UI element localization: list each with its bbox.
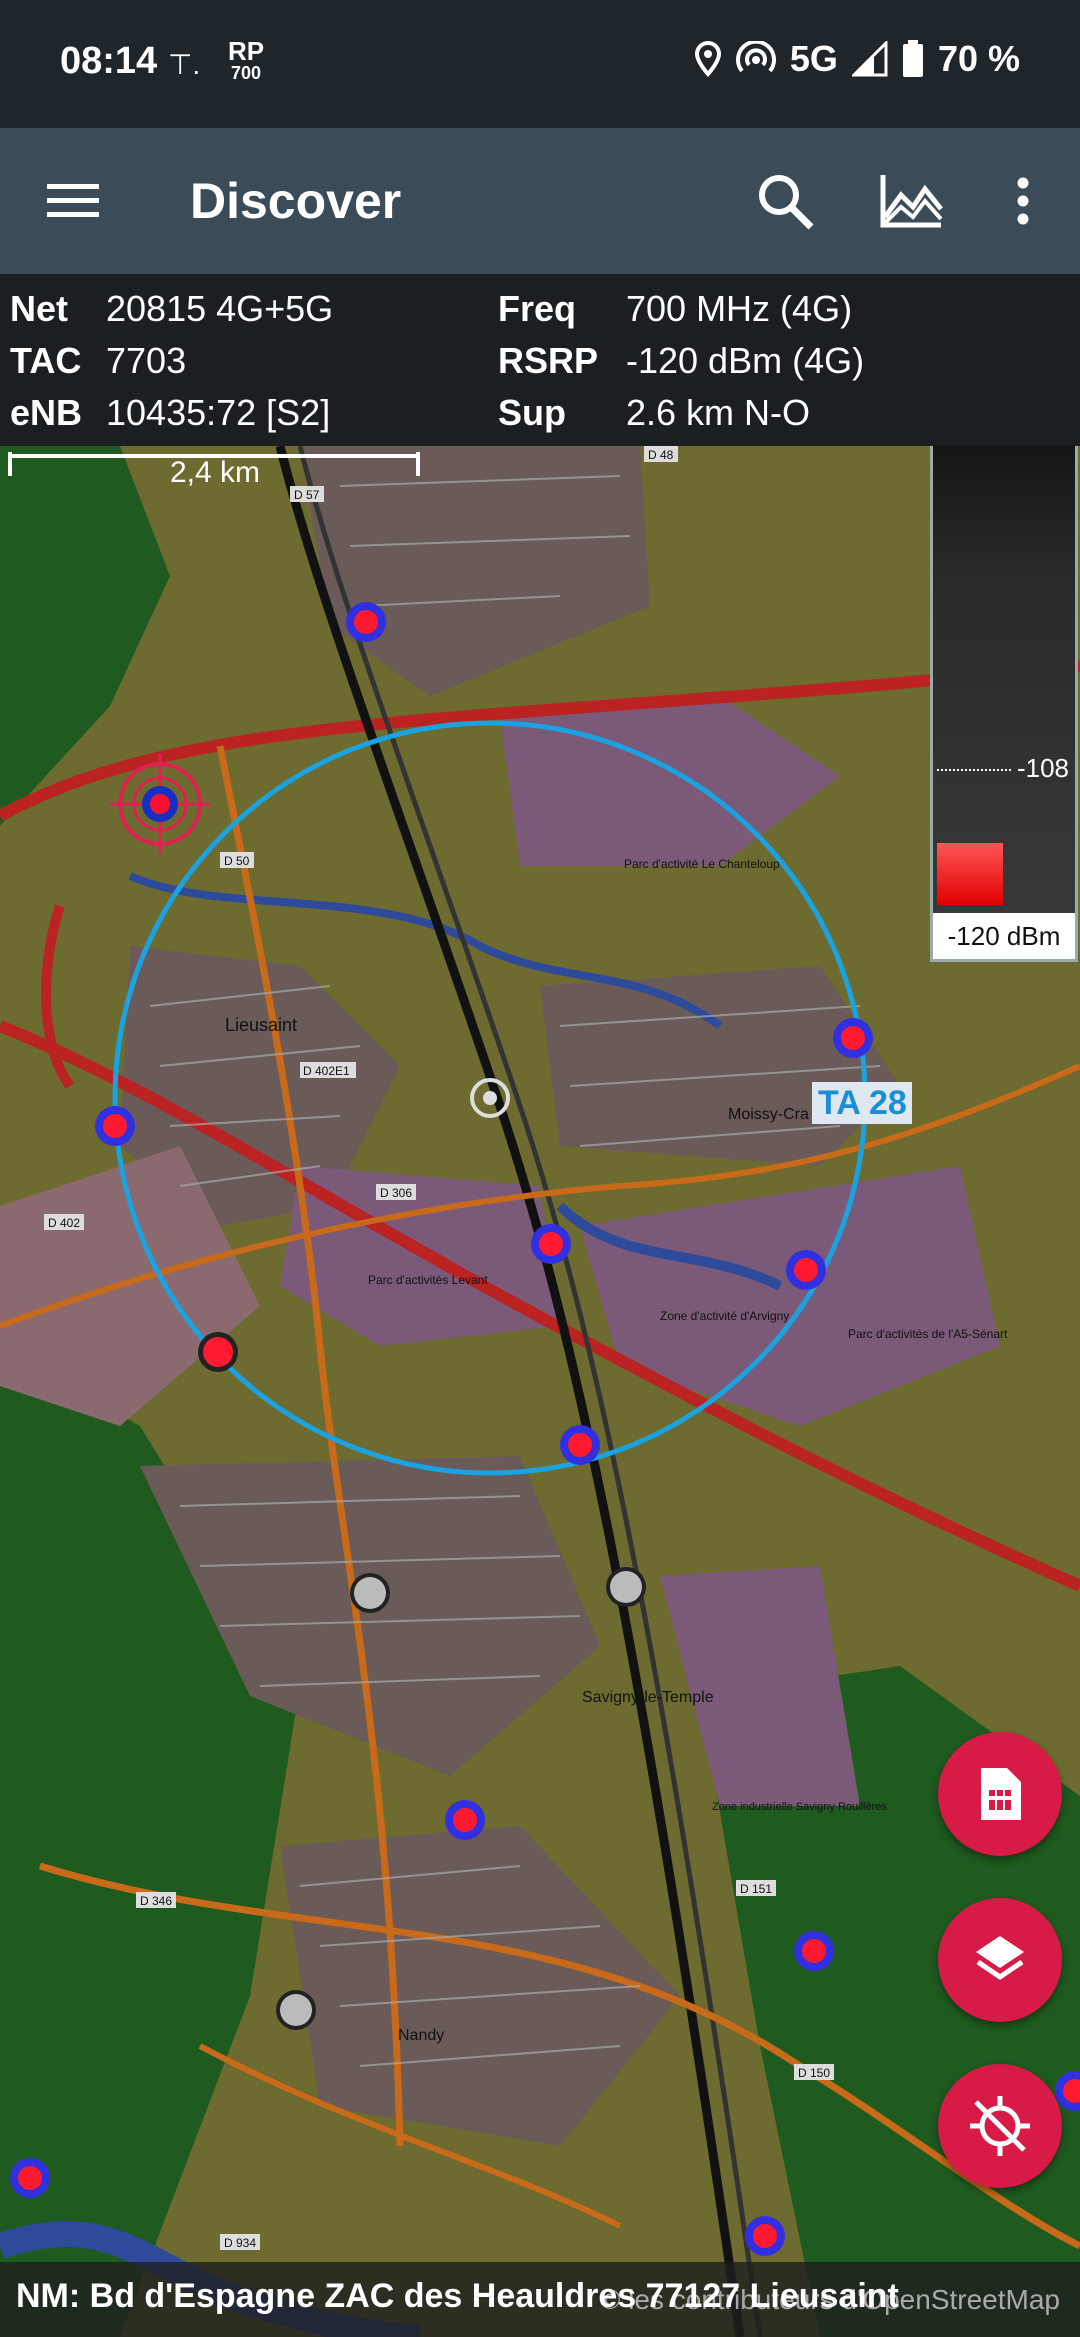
sim-card-icon xyxy=(981,1768,1021,1820)
hotspot-icon xyxy=(735,41,776,73)
status-icons: 5G 70 % xyxy=(694,38,1020,80)
cell-signal-icon xyxy=(851,41,888,77)
signal-alert-icon: ⊤. xyxy=(168,49,201,80)
cell-site-marker xyxy=(276,1990,316,2030)
legend-marker-label: -108 xyxy=(1016,753,1069,783)
rsrp-label: RSRP xyxy=(498,340,599,381)
layers-icon xyxy=(976,1936,1024,1981)
cell-site-marker xyxy=(531,1224,571,1264)
menu-icon xyxy=(47,184,99,217)
road-label: D 48 xyxy=(648,448,674,462)
cell-site-marker xyxy=(10,2158,50,2198)
page-title: Discover xyxy=(190,173,402,229)
menu-button[interactable] xyxy=(38,166,108,236)
cell-site-marker xyxy=(346,602,386,642)
cell-site-marker xyxy=(560,1425,600,1465)
cell-site-marker xyxy=(198,1332,238,1372)
place-label: Moissy-Cra xyxy=(728,1106,809,1123)
battery-level: 70 % xyxy=(937,38,1020,79)
more-button[interactable] xyxy=(988,166,1058,236)
network-type: 5G xyxy=(789,38,838,79)
ta-label: TA 28 xyxy=(818,1084,907,1122)
chart-icon xyxy=(880,175,943,228)
cell-site-marker xyxy=(606,1567,646,1607)
cell-site-marker xyxy=(833,1018,873,1058)
road-label: D 402E1 xyxy=(303,1064,350,1078)
search-icon xyxy=(759,175,814,230)
cell-site-marker xyxy=(786,1250,826,1290)
freq-label: Freq xyxy=(498,288,577,329)
search-button[interactable] xyxy=(750,166,820,236)
road-label: D 57 xyxy=(294,488,320,502)
freq-value: 700 MHz (4G) xyxy=(626,288,853,329)
road-label: D 50 xyxy=(224,854,250,868)
location-icon xyxy=(694,41,721,77)
net-value: 20815 4G+5G xyxy=(106,288,334,329)
cell-site-marker xyxy=(350,1573,390,1613)
address-text: NM: Bd d'Espagne ZAC des Heauldres 77127… xyxy=(16,2277,899,2315)
layers-button[interactable] xyxy=(938,1898,1062,2022)
rsrp-value: -120 dBm (4G) xyxy=(626,340,865,381)
place-label: Lieusaint xyxy=(225,1015,297,1035)
rp-bottom: 700 xyxy=(231,63,262,83)
road-label: D 934 xyxy=(224,2236,256,2250)
legend-value: -120 dBm xyxy=(933,913,1075,959)
enb-value: 10435:72 [S2] xyxy=(106,392,331,433)
map-canvas[interactable]: 2,4 km TA 28 Lieusaint Moissy-Cra Savign… xyxy=(0,446,1080,2337)
place-label: Parc d'activités Levant xyxy=(368,1273,488,1287)
status-bar: 08:14 ⊤. RP 700 5G 70 % xyxy=(0,0,1080,128)
road-label: D 346 xyxy=(140,1894,172,1908)
tac-value: 7703 xyxy=(106,340,187,381)
cell-site-marker xyxy=(445,1800,485,1840)
road-label: D 150 xyxy=(798,2066,830,2080)
place-label: Parc d'activité Le Chanteloup xyxy=(624,857,780,871)
road-label: D 402 xyxy=(48,1216,80,1230)
tac-label: TAC xyxy=(10,340,82,381)
battery-icon xyxy=(902,40,923,77)
enb-label: eNB xyxy=(10,392,83,433)
place-label: Savigny-le-Temple xyxy=(582,1689,714,1706)
road-label: D 151 xyxy=(740,1882,772,1896)
sup-label: Sup xyxy=(498,392,566,433)
signal-strength-legend: -108 -120 dBm xyxy=(930,446,1078,962)
rp-indicator: RP 700 xyxy=(228,38,264,84)
cell-info-panel: Net 20815 4G+5G TAC 7703 eNB 10435:72 [S… xyxy=(0,274,1080,446)
legend-tick xyxy=(937,769,1011,771)
sup-value: 2.6 km N-O xyxy=(626,392,811,433)
status-time: 08:14 xyxy=(60,40,158,82)
cell-site-marker xyxy=(794,1931,834,1971)
address-bar: © les contributeurs d'OpenStreetMap NM: … xyxy=(0,2262,1080,2337)
gps-off-icon xyxy=(970,2096,1030,2156)
scale-label: 2,4 km xyxy=(170,456,260,489)
place-label: Zone d'activité d'Arvigny xyxy=(660,1309,789,1323)
net-label: Net xyxy=(10,288,69,329)
app-bar: Discover xyxy=(0,128,1080,274)
place-label: Zone industrielle Savigny Rouillères xyxy=(712,1801,887,1813)
map-view[interactable]: 2,4 km TA 28 Lieusaint Moissy-Cra Savign… xyxy=(0,446,1080,2337)
position-marker-dot xyxy=(483,1091,497,1105)
road-label: D 306 xyxy=(380,1186,412,1200)
place-label: Parc d'activités de l'A5-Sénart xyxy=(848,1327,1008,1341)
legend-signal-bar xyxy=(937,843,1003,905)
chart-button[interactable] xyxy=(876,166,946,236)
place-label: Nandy xyxy=(398,2027,444,2044)
more-vertical-icon xyxy=(1017,177,1029,225)
cell-site-marker xyxy=(745,2216,785,2256)
gps-toggle-button[interactable] xyxy=(938,2064,1062,2188)
cell-site-marker xyxy=(95,1106,135,1146)
sim-card-button[interactable] xyxy=(938,1732,1062,1856)
